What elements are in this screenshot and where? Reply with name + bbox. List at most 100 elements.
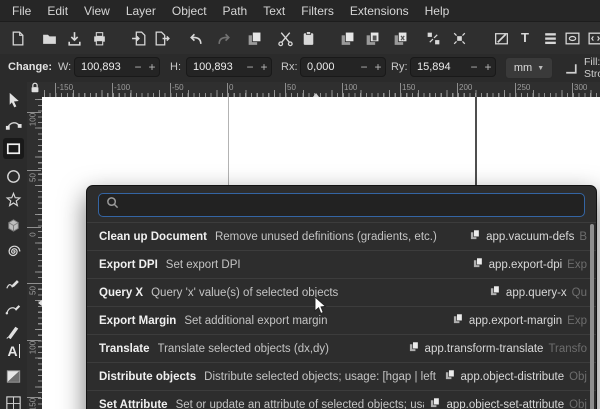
palette-search-box[interactable] xyxy=(98,193,585,217)
sharp-corners-icon[interactable] xyxy=(562,59,580,77)
text-dialog-icon[interactable]: T xyxy=(516,29,534,47)
rx-plus-button[interactable]: + xyxy=(371,58,385,76)
unit-dropdown[interactable]: mm ▼ xyxy=(505,57,553,79)
palette-row-export-margin[interactable]: Export Margin Set additional export marg… xyxy=(87,306,596,334)
change-label: Change: xyxy=(8,61,52,73)
ungroup-icon[interactable] xyxy=(450,29,468,47)
node-editor-tool-icon[interactable] xyxy=(3,114,24,135)
menu-text[interactable]: Text xyxy=(255,0,293,22)
width-spinbox[interactable]: − + xyxy=(74,57,160,77)
row-description: Remove unused definitions (gradients, et… xyxy=(215,231,437,243)
text-tool-icon[interactable]: A xyxy=(3,340,24,361)
height-plus-button[interactable]: + xyxy=(257,58,271,76)
calligraphy-tool-icon[interactable] xyxy=(3,321,24,342)
cut-icon[interactable] xyxy=(276,29,294,47)
inkscape-window: File Edit View Layer Object Path Text Fi… xyxy=(0,0,600,409)
layers-dialog-icon[interactable] xyxy=(541,29,559,47)
command-toolbar: T xyxy=(0,22,600,55)
row-category: Obj xyxy=(569,399,587,409)
height-input[interactable] xyxy=(187,61,243,73)
fill-stroke-dialog-icon[interactable] xyxy=(492,29,510,47)
ruler-corner xyxy=(27,82,42,97)
ellipse-tool-icon[interactable] xyxy=(3,166,24,187)
mesh-gradient-tool-icon[interactable] xyxy=(3,394,24,409)
palette-search-input[interactable] xyxy=(125,197,577,213)
export-icon[interactable] xyxy=(152,29,170,47)
rx-label: Rx: xyxy=(281,61,298,73)
pen-tool-icon[interactable] xyxy=(3,298,24,319)
import-icon[interactable] xyxy=(130,29,148,47)
row-name: Clean up Document xyxy=(99,231,207,243)
duplicate-icon[interactable] xyxy=(338,29,356,47)
vruler-label: 100 xyxy=(29,341,38,355)
hruler-label: -100 xyxy=(114,83,130,92)
ry-minus-button[interactable]: − xyxy=(467,58,481,76)
row-category: Exp xyxy=(567,315,587,327)
unlink-clone-icon[interactable] xyxy=(391,29,409,47)
palette-vertical-scrollbar[interactable] xyxy=(590,224,594,409)
palette-results-list: Clean up Document Remove unused definiti… xyxy=(87,222,596,409)
hruler-label: 0 xyxy=(229,83,233,92)
menu-edit[interactable]: Edit xyxy=(39,0,76,22)
ry-input[interactable] xyxy=(411,61,467,73)
xml-editor-dialog-icon[interactable] xyxy=(586,29,600,47)
vruler-label: 150 xyxy=(29,398,38,409)
palette-row-distribute[interactable]: Distribute objects Distribute selected o… xyxy=(87,362,596,390)
selector-tool-icon[interactable] xyxy=(3,90,24,111)
vruler-label: 100 xyxy=(29,113,38,127)
palette-row-query-x[interactable]: Query X Query 'x' value(s) of selected o… xyxy=(87,278,596,306)
row-category: Transfo xyxy=(548,343,587,355)
object-properties-dialog-icon[interactable] xyxy=(563,29,581,47)
width-label: W: xyxy=(58,61,71,73)
menu-layer[interactable]: Layer xyxy=(118,0,164,22)
save-document-icon[interactable] xyxy=(65,29,83,47)
ry-plus-button[interactable]: + xyxy=(481,58,495,76)
undo-icon[interactable] xyxy=(186,29,204,47)
main-area: A -150 -100 -50 0 50 100 150 200 250 300 xyxy=(0,82,600,409)
width-plus-button[interactable]: + xyxy=(145,58,159,76)
palette-row-translate[interactable]: Translate Translate selected objects (dx… xyxy=(87,334,596,362)
vruler-label: 0 xyxy=(29,228,38,242)
row-action-id: app.export-dpi xyxy=(489,259,563,271)
height-spinbox[interactable]: − + xyxy=(186,57,272,77)
horizontal-ruler[interactable]: -150 -100 -50 0 50 100 150 200 250 300 xyxy=(42,82,600,98)
palette-row-vacuum-defs[interactable]: Clean up Document Remove unused definiti… xyxy=(87,223,596,250)
rx-spinbox[interactable]: − + xyxy=(300,57,386,77)
group-icon[interactable] xyxy=(424,29,442,47)
row-description: Translate selected objects (dx,dy) xyxy=(158,343,330,355)
menu-object[interactable]: Object xyxy=(164,0,215,22)
menu-path[interactable]: Path xyxy=(215,0,256,22)
rectangle-tool-icon[interactable] xyxy=(3,138,24,159)
print-icon[interactable] xyxy=(90,29,108,47)
lock-icon[interactable] xyxy=(29,81,41,99)
create-clone-icon[interactable] xyxy=(363,29,381,47)
open-document-icon[interactable] xyxy=(40,29,58,47)
vertical-ruler[interactable]: 100 50 0 50 100 150 xyxy=(27,97,43,409)
menu-file[interactable]: File xyxy=(4,0,39,22)
row-description: Set additional export margin xyxy=(184,315,327,327)
fill-label: Fill: xyxy=(584,56,600,68)
menu-filters[interactable]: Filters xyxy=(293,0,342,22)
menu-extensions[interactable]: Extensions xyxy=(342,0,417,22)
rx-input[interactable] xyxy=(301,61,357,73)
row-name: Distribute objects xyxy=(99,371,196,383)
width-input[interactable] xyxy=(75,61,131,73)
new-document-icon[interactable] xyxy=(8,29,26,47)
menu-help[interactable]: Help xyxy=(417,0,458,22)
palette-row-set-attribute[interactable]: Set Attribute Set or update an attribute… xyxy=(87,390,596,409)
menu-view[interactable]: View xyxy=(76,0,118,22)
rx-minus-button[interactable]: − xyxy=(357,58,371,76)
width-minus-button[interactable]: − xyxy=(131,58,145,76)
spiral-tool-icon[interactable] xyxy=(3,241,24,262)
fill-stroke-indicator: Fill: Stro xyxy=(584,56,600,80)
copy-icon[interactable] xyxy=(245,29,263,47)
palette-row-export-dpi[interactable]: Export DPI Set export DPI app.export-dpi… xyxy=(87,250,596,278)
gradient-tool-icon[interactable] xyxy=(3,366,24,387)
ry-spinbox[interactable]: − + xyxy=(410,57,496,77)
star-tool-icon[interactable] xyxy=(3,190,24,211)
paste-icon[interactable] xyxy=(299,29,317,47)
redo-icon[interactable] xyxy=(215,29,233,47)
height-minus-button[interactable]: − xyxy=(243,58,257,76)
box-3d-tool-icon[interactable] xyxy=(3,215,24,236)
pencil-tool-icon[interactable] xyxy=(3,274,24,295)
